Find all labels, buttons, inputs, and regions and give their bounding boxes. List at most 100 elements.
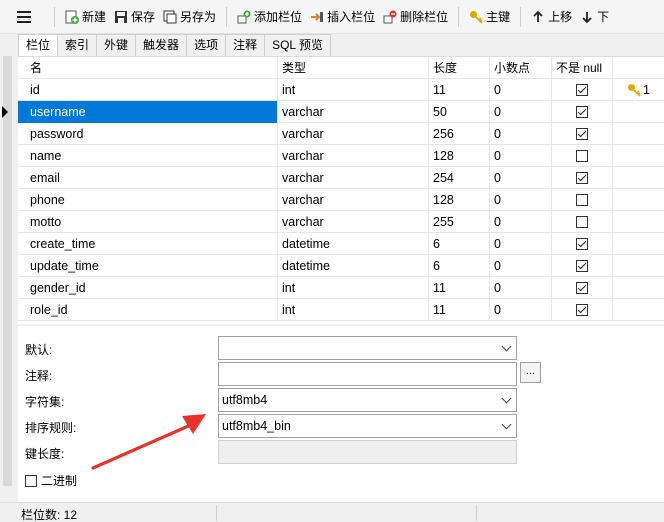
field-decimals-cell[interactable]: 0 bbox=[490, 211, 552, 233]
field-decimals-cell[interactable]: 0 bbox=[490, 299, 552, 321]
field-type-cell[interactable]: varchar bbox=[278, 211, 429, 233]
not-null-checkbox[interactable] bbox=[576, 149, 588, 162]
field-decimals-cell[interactable]: 0 bbox=[490, 79, 552, 101]
field-type-cell[interactable]: datetime bbox=[278, 255, 429, 277]
tab-comment[interactable]: 注释 bbox=[225, 34, 266, 56]
field-length-cell[interactable]: 128 bbox=[429, 189, 490, 211]
not-null-cell[interactable] bbox=[552, 79, 613, 101]
field-decimals-cell[interactable]: 0 bbox=[490, 145, 552, 167]
not-null-checkbox[interactable] bbox=[576, 237, 588, 250]
field-type-cell[interactable]: varchar bbox=[278, 145, 429, 167]
field-decimals-cell[interactable]: 0 bbox=[490, 277, 552, 299]
field-decimals-cell[interactable]: 0 bbox=[490, 167, 552, 189]
key-cell[interactable] bbox=[613, 233, 664, 255]
not-null-cell[interactable] bbox=[552, 211, 613, 233]
save-as-button[interactable]: 另存为 bbox=[159, 4, 220, 30]
field-type-cell[interactable]: int bbox=[278, 277, 429, 299]
table-row[interactable]: password varchar 256 0 bbox=[18, 123, 664, 145]
tab-triggers[interactable]: 触发器 bbox=[135, 34, 188, 56]
not-null-checkbox[interactable] bbox=[576, 281, 588, 294]
not-null-cell[interactable] bbox=[552, 233, 613, 255]
delete-field-button[interactable]: 删除栏位 bbox=[379, 4, 452, 30]
field-name-cell[interactable]: create_time bbox=[18, 233, 278, 255]
table-row[interactable]: name varchar 128 0 bbox=[18, 145, 664, 167]
table-row[interactable]: create_time datetime 6 0 bbox=[18, 233, 664, 255]
field-length-cell[interactable]: 11 bbox=[429, 79, 490, 101]
header-key[interactable] bbox=[613, 57, 664, 79]
tab-sql-preview[interactable]: SQL 预览 bbox=[264, 34, 331, 56]
key-cell[interactable] bbox=[613, 101, 664, 123]
header-decimals[interactable]: 小数点 bbox=[490, 57, 552, 79]
not-null-cell[interactable] bbox=[552, 299, 613, 321]
new-button[interactable]: 新建 bbox=[61, 4, 110, 30]
not-null-cell[interactable] bbox=[552, 123, 613, 145]
field-length-cell[interactable]: 50 bbox=[429, 101, 490, 123]
field-type-cell[interactable]: int bbox=[278, 299, 429, 321]
binary-checkbox-row[interactable]: 二进制 bbox=[25, 472, 77, 489]
field-length-cell[interactable]: 6 bbox=[429, 255, 490, 277]
not-null-cell[interactable] bbox=[552, 145, 613, 167]
table-row[interactable]: role_id int 11 0 bbox=[18, 299, 664, 321]
field-name-cell[interactable]: update_time bbox=[18, 255, 278, 277]
field-type-cell[interactable]: varchar bbox=[278, 167, 429, 189]
field-name-cell[interactable]: password bbox=[18, 123, 278, 145]
tab-indexes[interactable]: 索引 bbox=[57, 34, 98, 56]
header-name[interactable]: 名 bbox=[18, 57, 278, 79]
field-name-cell[interactable]: role_id bbox=[18, 299, 278, 321]
comment-input[interactable] bbox=[218, 362, 517, 386]
not-null-checkbox[interactable] bbox=[576, 303, 588, 316]
field-name-cell[interactable]: phone bbox=[18, 189, 278, 211]
not-null-checkbox[interactable] bbox=[576, 215, 588, 228]
header-type[interactable]: 类型 bbox=[278, 57, 429, 79]
key-cell[interactable] bbox=[613, 189, 664, 211]
not-null-checkbox[interactable] bbox=[576, 171, 588, 184]
table-row[interactable]: phone varchar 128 0 bbox=[18, 189, 664, 211]
field-name-cell[interactable]: motto bbox=[18, 211, 278, 233]
tab-fields[interactable]: 栏位 bbox=[18, 34, 59, 57]
key-cell[interactable] bbox=[613, 255, 664, 277]
not-null-checkbox[interactable] bbox=[576, 105, 588, 118]
move-up-button[interactable]: 上移 bbox=[527, 4, 576, 30]
header-not-null[interactable]: 不是 null bbox=[552, 57, 613, 79]
not-null-checkbox[interactable] bbox=[576, 127, 588, 140]
table-row[interactable]: email varchar 254 0 bbox=[18, 167, 664, 189]
not-null-cell[interactable] bbox=[552, 101, 613, 123]
field-length-cell[interactable]: 256 bbox=[429, 123, 490, 145]
tab-foreign-keys[interactable]: 外键 bbox=[96, 34, 137, 56]
not-null-cell[interactable] bbox=[552, 277, 613, 299]
field-type-cell[interactable]: varchar bbox=[278, 123, 429, 145]
header-length[interactable]: 长度 bbox=[429, 57, 490, 79]
field-decimals-cell[interactable]: 0 bbox=[490, 255, 552, 277]
key-cell[interactable] bbox=[613, 167, 664, 189]
field-name-cell[interactable]: name bbox=[18, 145, 278, 167]
binary-checkbox[interactable] bbox=[25, 474, 37, 487]
field-length-cell[interactable]: 254 bbox=[429, 167, 490, 189]
table-row[interactable]: username varchar 50 0 bbox=[2, 101, 664, 123]
key-cell[interactable] bbox=[613, 277, 664, 299]
default-select[interactable] bbox=[218, 336, 517, 360]
field-decimals-cell[interactable]: 0 bbox=[490, 123, 552, 145]
charset-select[interactable]: utf8mb4 bbox=[218, 388, 517, 412]
not-null-checkbox[interactable] bbox=[576, 259, 588, 272]
not-null-cell[interactable] bbox=[552, 189, 613, 211]
move-down-button[interactable]: 下 bbox=[576, 4, 613, 30]
field-length-cell[interactable]: 11 bbox=[429, 277, 490, 299]
primary-key-button[interactable]: 主键 bbox=[465, 4, 514, 30]
field-name-cell[interactable]: email bbox=[18, 167, 278, 189]
insert-field-button[interactable]: 插入栏位 bbox=[306, 4, 379, 30]
field-length-cell[interactable]: 128 bbox=[429, 145, 490, 167]
field-decimals-cell[interactable]: 0 bbox=[490, 101, 552, 123]
add-field-button[interactable]: 添加栏位 bbox=[233, 4, 306, 30]
field-length-cell[interactable]: 6 bbox=[429, 233, 490, 255]
comment-ellipsis-button[interactable]: ... bbox=[520, 362, 541, 383]
not-null-cell[interactable] bbox=[552, 255, 613, 277]
tab-options[interactable]: 选项 bbox=[186, 34, 227, 56]
field-decimals-cell[interactable]: 0 bbox=[490, 233, 552, 255]
not-null-cell[interactable] bbox=[552, 167, 613, 189]
field-decimals-cell[interactable]: 0 bbox=[490, 189, 552, 211]
key-cell[interactable] bbox=[613, 145, 664, 167]
menu-icon[interactable] bbox=[0, 0, 48, 34]
not-null-checkbox[interactable] bbox=[576, 193, 588, 206]
key-cell[interactable] bbox=[613, 211, 664, 233]
field-length-cell[interactable]: 255 bbox=[429, 211, 490, 233]
